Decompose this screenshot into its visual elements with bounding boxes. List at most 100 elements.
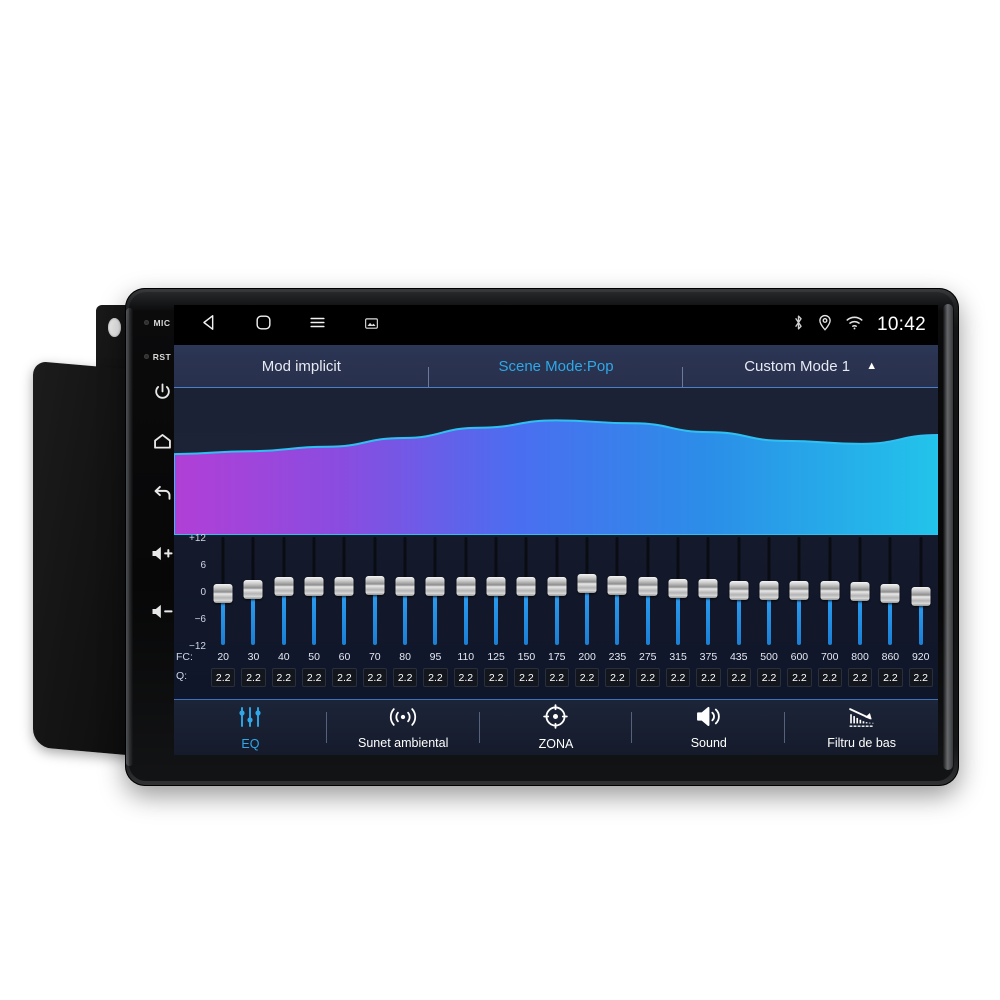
eq-band-q-value[interactable]: 2.2	[756, 668, 782, 687]
eq-slider-knob[interactable]	[516, 576, 536, 596]
eq-band[interactable]: 920 2.2	[906, 535, 936, 700]
tab-sound[interactable]: Sound	[632, 700, 786, 755]
nav-screenshot-button[interactable]	[344, 305, 398, 345]
eq-band[interactable]: 700 2.2	[815, 535, 845, 700]
eq-band-q-value[interactable]: 2.2	[635, 668, 660, 687]
eq-band-q-value[interactable]: 2.2	[908, 668, 933, 687]
android-nav-buttons	[174, 305, 398, 345]
eq-band[interactable]: 95 2.2	[420, 535, 450, 700]
eq-slider-knob[interactable]	[759, 581, 779, 601]
eq-slider-knob[interactable]	[304, 577, 324, 596]
mode-option-custom[interactable]: Custom Mode 1 ▲	[683, 358, 938, 375]
eq-slider-knob[interactable]	[577, 574, 597, 594]
mode-option-scene[interactable]: Scene Mode:Pop	[429, 358, 684, 389]
eq-slider-knob[interactable]	[729, 580, 749, 600]
eq-slider-knob[interactable]	[850, 581, 870, 601]
eq-band-q-value[interactable]: 2.2	[211, 668, 236, 687]
eq-band-q-value[interactable]: 2.2	[332, 668, 357, 687]
eq-band-q-value[interactable]: 2.2	[544, 668, 569, 687]
eq-slider-knob[interactable]	[789, 581, 809, 601]
eq-band[interactable]: 235 2.2	[602, 535, 632, 700]
eq-slider-knob[interactable]	[668, 578, 688, 598]
eq-band-q-value[interactable]: 2.2	[241, 668, 266, 687]
eq-slider-fill	[585, 590, 590, 645]
eq-band[interactable]: 860 2.2	[875, 535, 905, 700]
eq-band[interactable]: 50 2.2	[299, 535, 329, 700]
eq-slider-knob[interactable]	[243, 580, 263, 600]
eq-band[interactable]: 80 2.2	[390, 535, 420, 700]
eq-slider-knob[interactable]	[547, 577, 567, 596]
eq-band-q-value[interactable]: 2.2	[362, 668, 387, 687]
eq-band-q-value[interactable]: 2.2	[574, 668, 600, 687]
eq-band-q-value[interactable]: 2.2	[514, 668, 539, 687]
eq-band[interactable]: 125 2.2	[481, 535, 511, 700]
eq-slider-fill	[372, 592, 377, 645]
eq-band-frequency: 500	[760, 651, 778, 663]
eq-slider-knob[interactable]	[425, 576, 445, 596]
eq-band[interactable]: 275 2.2	[633, 535, 663, 700]
tab-filtru-de-bas[interactable]: Filtru de bas	[785, 700, 938, 755]
eq-band-q-value[interactable]: 2.2	[696, 668, 721, 687]
eq-slider-knob[interactable]	[274, 577, 294, 597]
eq-band[interactable]: 150 2.2	[511, 535, 541, 700]
eq-slider-knob[interactable]	[607, 575, 627, 595]
tab-sunet-ambiental[interactable]: Sunet ambiental	[327, 700, 480, 755]
eq-slider-knob[interactable]	[880, 584, 900, 604]
eq-band-q-value[interactable]: 2.2	[271, 668, 296, 687]
eq-band[interactable]: 800 2.2	[845, 535, 875, 700]
eq-slider-knob[interactable]	[456, 577, 476, 597]
eq-band-q-value[interactable]: 2.2	[605, 668, 630, 687]
eq-slider-knob[interactable]	[395, 577, 415, 596]
eq-band[interactable]: 375 2.2	[693, 535, 723, 700]
eq-band[interactable]: 175 2.2	[542, 535, 572, 700]
eq-band[interactable]: 40 2.2	[269, 535, 299, 700]
eq-band-q-value[interactable]: 2.2	[878, 668, 903, 687]
back-triangle-icon	[200, 313, 219, 337]
eq-band[interactable]: 20 2.2	[208, 535, 238, 700]
tab-eq[interactable]: EQ	[174, 700, 327, 755]
nav-menu-button[interactable]	[290, 305, 344, 345]
eq-band-q-value[interactable]: 2.2	[787, 668, 812, 687]
fc-row-label: FC:	[176, 651, 193, 663]
eq-band[interactable]: 30 2.2	[238, 535, 268, 700]
eq-band[interactable]: 600 2.2	[784, 535, 814, 700]
eq-band-q-value[interactable]: 2.2	[665, 668, 691, 687]
eq-band-q-value[interactable]: 2.2	[483, 668, 509, 687]
eq-band-q-value[interactable]: 2.2	[726, 668, 751, 687]
mode-option-default[interactable]: Mod implicit	[174, 358, 429, 389]
eq-band-frequency: 50	[308, 651, 320, 663]
hardware-mic-label: MIC	[153, 318, 171, 328]
eq-slider-knob[interactable]	[638, 577, 658, 596]
eq-band-q-value[interactable]: 2.2	[392, 668, 418, 687]
scale-label-plus12: +12	[189, 533, 206, 544]
eq-band-q-value[interactable]: 2.2	[301, 668, 327, 687]
eq-band-q-value[interactable]: 2.2	[453, 668, 478, 687]
eq-slider-knob[interactable]	[911, 586, 931, 606]
eq-slider-knob[interactable]	[334, 576, 354, 596]
eq-band[interactable]: 70 2.2	[360, 535, 390, 700]
nav-home-button[interactable]	[236, 305, 290, 345]
eq-band-q-value[interactable]: 2.2	[423, 668, 448, 687]
hamburger-menu-icon	[307, 313, 328, 337]
eq-slider-fill	[251, 596, 256, 645]
eq-slider-knob[interactable]	[365, 576, 385, 596]
eq-slider-fill	[736, 596, 741, 645]
eq-slider-knob[interactable]	[820, 581, 840, 601]
eq-slider-knob[interactable]	[486, 577, 506, 596]
eq-band[interactable]: 315 2.2	[663, 535, 693, 700]
eq-slider-knob[interactable]	[698, 579, 718, 599]
eq-band[interactable]: 500 2.2	[754, 535, 784, 700]
eq-slider-knob[interactable]	[213, 584, 233, 604]
eq-band-frequency: 30	[247, 651, 260, 663]
tab-zona[interactable]: ZONA	[480, 700, 633, 755]
eq-band[interactable]: 200 2.2	[572, 535, 602, 700]
nav-back-button[interactable]	[182, 305, 236, 345]
eq-band[interactable]: 110 2.2	[451, 535, 481, 700]
gain-scale: +12 6 0 −6 −12	[174, 533, 208, 652]
eq-band-q-value[interactable]: 2.2	[847, 668, 873, 687]
chevron-up-icon[interactable]: ▲	[866, 360, 877, 372]
eq-band[interactable]: 60 2.2	[329, 535, 359, 700]
eq-slider-fill	[494, 593, 499, 645]
eq-band-q-value[interactable]: 2.2	[817, 668, 842, 687]
eq-band[interactable]: 435 2.2	[724, 535, 754, 700]
